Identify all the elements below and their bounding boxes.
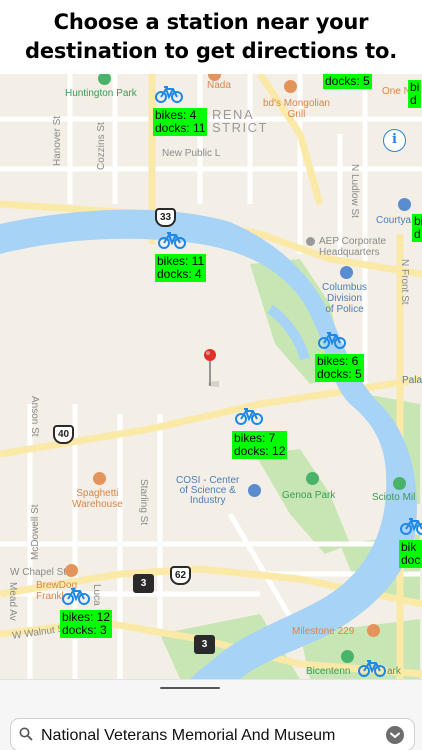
station-label[interactable]: bikes: 11 docks: 4 — [155, 254, 207, 282]
aep-headquarters-label: AEP Corporate Headquarters — [319, 236, 387, 258]
station-label[interactable]: bikes: 12 docks: 3 — [60, 610, 113, 638]
museum-poi-icon — [248, 484, 261, 497]
bicycle-icon[interactable] — [62, 586, 90, 606]
bicentennial-park-suffix-label: ark — [387, 666, 401, 677]
instruction-line-1: Choose a station near your — [53, 10, 369, 34]
cozzins-st-label: Cozzins St — [96, 122, 107, 170]
new-public-label: New Public L — [162, 148, 221, 159]
chevron-down-icon — [390, 732, 400, 738]
search-field-value: National Veterans Memorial And Museum — [41, 727, 336, 744]
search-icon — [19, 727, 33, 741]
columbus-police-label: Columbus Division of Police — [322, 282, 368, 315]
courtyard-label: Courtya — [376, 215, 412, 226]
mcdowell-st-label: McDowell St — [30, 504, 41, 560]
station-label[interactable]: bi d — [408, 80, 422, 108]
hotel-poi-icon — [398, 198, 411, 211]
station-label[interactable]: bikes: 4 docks: 11 — [153, 108, 208, 136]
bicycle-icon[interactable] — [400, 516, 422, 536]
restaurant-poi-icon — [284, 80, 297, 93]
arena-district-label: RENA STRICT — [212, 107, 268, 135]
w-chapel-st-label: W Chapel St — [10, 567, 67, 578]
pala-label: Pala — [402, 375, 422, 386]
route-40-shield: 40 — [53, 425, 74, 444]
info-button[interactable]: i — [383, 129, 406, 152]
park-poi-icon — [306, 472, 319, 485]
station-label[interactable]: bi d — [412, 214, 422, 242]
bicycle-icon[interactable] — [155, 84, 183, 104]
bicycle-icon[interactable] — [235, 406, 263, 426]
expand-chevron-button[interactable] — [386, 726, 404, 744]
sheet-grabber-handle[interactable] — [160, 687, 220, 689]
spaghetti-warehouse-label: Spaghetti Warehouse — [72, 488, 123, 510]
office-poi-icon — [306, 237, 315, 246]
mead-av-label: Mead Av — [7, 582, 18, 621]
police-poi-icon — [340, 266, 353, 279]
route-3-shield: 3 — [194, 635, 215, 654]
destination-search-field[interactable]: National Veterans Memorial And Museum — [10, 718, 415, 750]
route-33-shield: 33 — [155, 208, 176, 227]
bicycle-icon[interactable] — [358, 658, 386, 678]
restaurant-poi-icon — [367, 624, 380, 637]
station-label[interactable]: bikes: 6 docks: 5 — [315, 354, 364, 382]
bds-mongolian-grill-label: bd's Mongolian Grill — [263, 98, 330, 120]
one-n-label: One N — [382, 86, 411, 97]
bicycle-icon[interactable] — [318, 330, 346, 350]
milestone-229-label: Milestone 229 — [292, 626, 355, 637]
nada-label: Nada — [207, 80, 231, 91]
station-label[interactable]: docks: 5 — [323, 74, 372, 89]
bottom-sheet: National Veterans Memorial And Museum — [0, 679, 422, 750]
park-poi-icon — [341, 650, 354, 663]
huntington-park-label: Huntington Park — [65, 88, 137, 99]
genoa-park-label: Genoa Park — [282, 490, 336, 501]
map-view[interactable]: Huntington Park Nada RENA STRICT bd's Mo… — [0, 74, 422, 679]
anson-st-label: Anson St — [29, 396, 40, 437]
instruction-line-2: destination to get directions to. — [24, 39, 397, 63]
restaurant-poi-icon — [93, 472, 106, 485]
scioto-mile-label: Scioto Mil — [372, 492, 416, 503]
front-st-label: N Front St — [399, 259, 410, 305]
destination-pin-icon[interactable] — [203, 348, 219, 388]
route-62-shield: 62 — [170, 566, 191, 585]
ludlow-st-label: N Ludlow St — [349, 164, 360, 218]
instruction-header: Choose a station near your destination t… — [0, 0, 422, 74]
bicentennial-label: Bicentenn — [306, 666, 351, 677]
park-poi-icon — [393, 477, 406, 490]
route-3-shield: 3 — [133, 574, 154, 593]
station-label[interactable]: bik doc — [399, 540, 422, 568]
starling-st-label: Starling St — [138, 479, 149, 526]
cosi-label: COSI - Center of Science & Industry — [176, 475, 240, 506]
brewery-poi-icon — [65, 564, 78, 577]
lucas-label: Luca — [91, 584, 102, 606]
station-label[interactable]: bikes: 7 docks: 12 — [232, 431, 288, 459]
hanover-st-label: Hanover St — [52, 115, 63, 166]
bicycle-icon[interactable] — [158, 230, 186, 250]
